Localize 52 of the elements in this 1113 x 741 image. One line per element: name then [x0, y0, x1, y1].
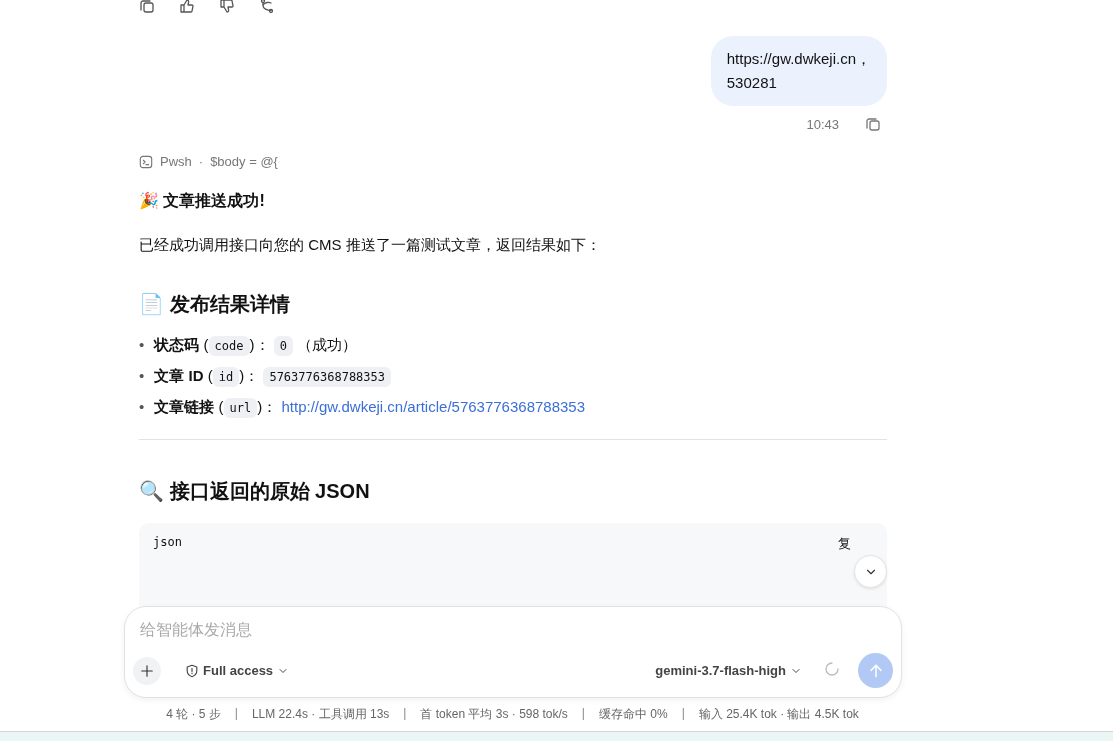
code-language: json — [153, 535, 182, 549]
inline-code: 0 — [273, 336, 293, 356]
article-link[interactable]: http://gw.dwkeji.cn/article/5763776368788353 — [281, 398, 586, 415]
model-dropdown[interactable]: gemini-3.7-flash-high — [655, 663, 802, 678]
bullet: • — [139, 398, 145, 415]
shield-icon — [185, 663, 199, 678]
separator: | — [581, 706, 585, 722]
punctuation: ( — [207, 367, 213, 384]
separator: | — [234, 706, 238, 722]
punctuation: )： — [257, 398, 278, 415]
punctuation: ( — [218, 398, 224, 415]
separator: | — [681, 706, 685, 722]
reply-title: 🎉 文章推送成功! — [139, 191, 266, 212]
plus-icon — [140, 663, 154, 678]
message-input[interactable]: 给智能体发消息 — [140, 621, 540, 639]
inline-code: code — [208, 336, 250, 356]
punctuation: )： — [239, 367, 260, 384]
item-label: 文章 ID — [154, 367, 204, 384]
item-label: 状态码 — [154, 336, 200, 353]
user-message: https://gw.dwkeji.cn， 530281 — [710, 36, 887, 106]
terminal-icon — [139, 154, 153, 169]
inline-code: 5763776368788353 — [263, 367, 391, 387]
inline-code: id — [212, 367, 240, 387]
tool-name: Pwsh — [160, 154, 192, 169]
thumbs-up-icon[interactable] — [179, 0, 195, 14]
access-dropdown[interactable]: Full access — [185, 663, 290, 678]
stat-text: 缓存命中 0% — [599, 706, 668, 723]
copy-icon[interactable] — [865, 116, 881, 132]
stat-text: 4 轮 · 5 步 — [166, 706, 221, 723]
thumbs-down-icon[interactable] — [219, 0, 235, 14]
separator: | — [403, 706, 407, 722]
reply-paragraph: 已经成功调用接口向您的 CMS 推送了一篇测试文章，返回结果如下： — [139, 236, 602, 255]
section-heading: 🔍 接口返回的原始 JSON — [139, 479, 371, 504]
message-time: 10:43 — [806, 116, 839, 132]
copy-label[interactable]: 复 — [838, 535, 851, 553]
stat-text: 输入 25.4K tok · 输出 4.5K tok — [698, 706, 859, 723]
tool-detail: $body = @{ — [210, 154, 278, 169]
add-button[interactable] — [133, 656, 161, 685]
inline-code: url — [223, 398, 258, 418]
branch-icon[interactable] — [259, 0, 275, 14]
spinner-icon — [824, 660, 840, 677]
section-heading: 📄 发布结果详情 — [139, 292, 291, 317]
punctuation: )： — [249, 336, 270, 353]
stat-text: LLM 22.4s · 工具调用 13s — [251, 706, 390, 723]
item-label: 文章链接 — [154, 398, 215, 415]
stat-text: 首 token 平均 3s · 598 tok/s — [420, 706, 568, 723]
item-note: （成功） — [297, 336, 358, 353]
punctuation: ( — [203, 336, 209, 353]
bullet: • — [139, 336, 145, 353]
copy-icon[interactable] — [139, 0, 155, 14]
bullet: • — [139, 367, 145, 384]
separator-dot: · — [198, 154, 204, 169]
